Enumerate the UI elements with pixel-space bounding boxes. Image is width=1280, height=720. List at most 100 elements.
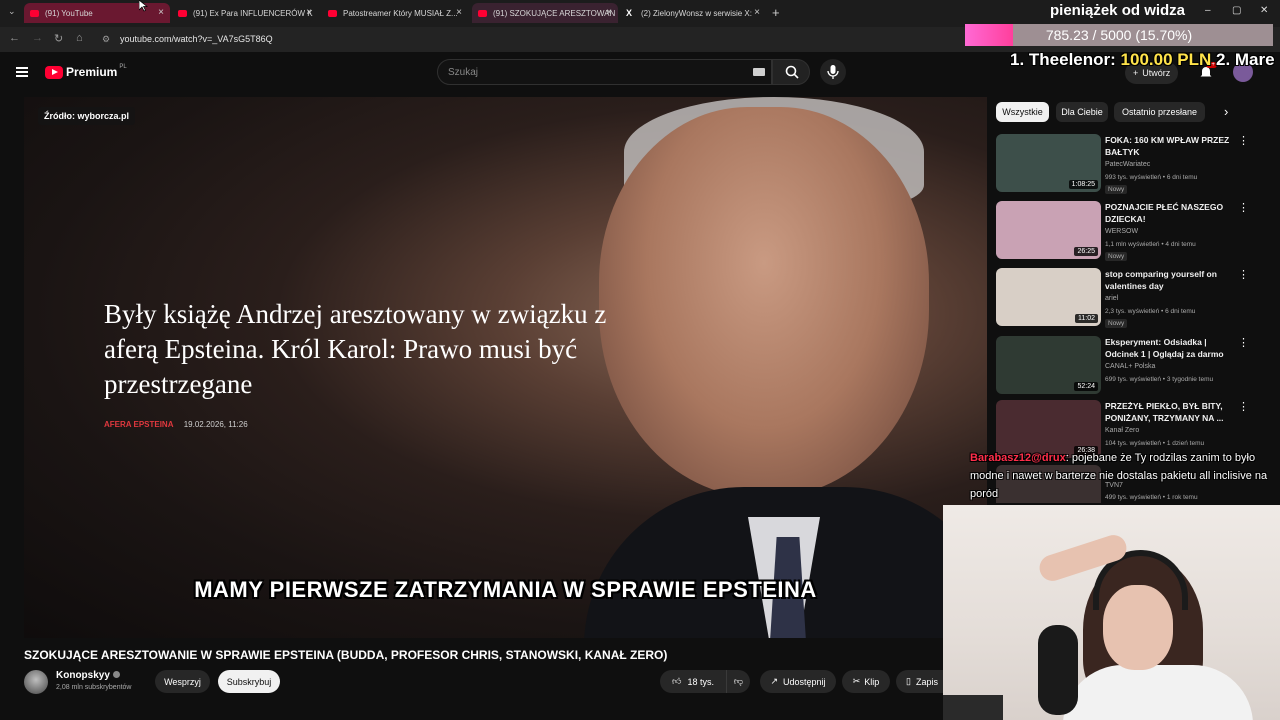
chevron-right-icon[interactable]: › xyxy=(1224,104,1228,119)
search-button[interactable] xyxy=(772,59,810,85)
browser-tab[interactable]: (91) YouTube × xyxy=(24,3,170,23)
bookmark-icon: ▯ xyxy=(906,676,911,686)
close-icon[interactable]: × xyxy=(306,7,312,18)
video-thumbnail: 26:25 xyxy=(996,201,1101,259)
duration-badge: 1:08:25 xyxy=(1068,180,1098,189)
top-donors-ticker: 1. Theelenor: 100.00 PLN 2. Mare xyxy=(1010,50,1280,70)
back-icon[interactable]: ← xyxy=(9,32,20,44)
country-code: PL xyxy=(119,64,127,70)
more-options-icon[interactable]: ⋮ xyxy=(1238,201,1249,214)
new-badge: Nowy xyxy=(1105,185,1128,194)
search-icon xyxy=(785,65,799,79)
youtube-icon xyxy=(30,9,39,17)
recommendation-channel: Kanał Zero xyxy=(1105,427,1140,434)
join-button[interactable]: Wesprzyj xyxy=(155,670,210,693)
logo-text: Premium xyxy=(66,65,118,79)
more-options-icon[interactable]: ⋮ xyxy=(1238,400,1249,413)
news-headline: Były książę Andrzej aresztowany w związk… xyxy=(104,299,607,399)
recommendation-title: stop comparing yourself on valentines da… xyxy=(1105,269,1217,291)
more-options-icon[interactable]: ⋮ xyxy=(1238,336,1249,349)
tab-label: Patostreamer Który MUSIAŁ Z... xyxy=(343,8,458,18)
maximize-icon[interactable]: ▢ xyxy=(1232,5,1241,16)
forward-icon[interactable]: → xyxy=(32,32,43,44)
close-icon[interactable]: × xyxy=(456,7,462,18)
recommendation-item[interactable]: 26:25 POZNAJCIE PŁEĆ NASZEGO DZIECKA! WE… xyxy=(996,201,1249,261)
close-icon[interactable]: × xyxy=(754,7,760,18)
donor-1-name: 1. Theelenor: xyxy=(1010,50,1121,69)
home-icon[interactable]: ⌂ xyxy=(76,32,83,44)
channel-name-text: Konopskyy xyxy=(56,670,110,681)
close-icon[interactable]: × xyxy=(158,7,164,18)
tab-label: (2) ZielonyWonsz w serwisie X: xyxy=(641,8,752,18)
recommendation-channel: ariel xyxy=(1105,295,1119,302)
news-meta: AFERA EPSTEINA 19.02.2026, 11:26 xyxy=(104,420,248,429)
thumbs-up-icon: 👍︎ xyxy=(672,676,682,686)
share-button[interactable]: ↗ Udostępnij xyxy=(760,670,836,693)
tab-list-chevron-icon[interactable]: ⌄ xyxy=(8,6,16,17)
donation-goal-label: pieniążek od widza xyxy=(1050,2,1186,19)
subscriber-count: 2,08 mln subskrybentów xyxy=(56,684,132,691)
video-player[interactable]: Źródło: wyborcza.pl Były książę Andrzej … xyxy=(24,97,987,638)
clip-label: Klip xyxy=(864,676,880,687)
news-date: 19.02.2026, 11:26 xyxy=(183,420,248,429)
browser-tab[interactable]: Patostreamer Który MUSIAŁ Z... × xyxy=(322,3,468,23)
subscribe-button[interactable]: Subskrybuj xyxy=(218,670,280,693)
chip-all[interactable]: Wszystkie xyxy=(996,102,1049,122)
chip-recently-uploaded[interactable]: Ostatnio przesłane xyxy=(1114,102,1205,122)
recommendation-channel: PatecWariatec xyxy=(1105,161,1151,168)
chat-message: Barabasz12@drux: pojebane że Ty rodzilas… xyxy=(970,449,1270,503)
chip-for-you[interactable]: Dla Ciebie xyxy=(1056,102,1108,122)
share-label: Udostępnij xyxy=(783,676,826,687)
webcam-overlay xyxy=(943,505,1280,720)
close-icon[interactable]: × xyxy=(606,7,612,18)
menu-icon[interactable] xyxy=(16,67,28,77)
youtube-logo[interactable]: Premium PL xyxy=(45,64,127,79)
webcam-body xyxy=(1063,665,1253,720)
tab-label: (91) Ex Para INFLUENCERÓW K xyxy=(193,8,313,18)
x-icon: X xyxy=(626,7,633,18)
youtube-play-icon xyxy=(45,65,63,79)
new-tab-button[interactable]: + xyxy=(772,5,780,20)
recommendation-stats: 699 tys. wyświetleń • 3 tygodnie temu xyxy=(1105,376,1214,383)
cursor-icon xyxy=(139,0,148,12)
recommendation-title: Eksperyment: Odsiadka | Odcinek 1 | Oglą… xyxy=(1105,337,1224,359)
site-info-icon[interactable]: ⚙ xyxy=(102,34,110,45)
donation-progress-text: 785.23 / 5000 (15.70%) xyxy=(1045,27,1193,43)
scissors-icon: ✂ xyxy=(852,676,861,686)
reload-icon[interactable]: ↻ xyxy=(54,32,63,45)
recommendation-title: POZNAJCIE PŁEĆ NASZEGO DZIECKA! xyxy=(1105,202,1224,224)
close-window-icon[interactable]: ✕ xyxy=(1260,5,1268,16)
clip-button[interactable]: ✂ Klip xyxy=(842,670,890,693)
recommendation-item[interactable]: 11:02 stop comparing yourself on valenti… xyxy=(996,268,1249,328)
minimize-icon[interactable]: – xyxy=(1205,5,1211,16)
video-thumbnail: 11:02 xyxy=(996,268,1101,326)
new-badge: Nowy xyxy=(1105,252,1128,261)
video-frame-face xyxy=(599,107,929,497)
more-options-icon[interactable]: ⋮ xyxy=(1238,268,1249,281)
channel-avatar[interactable] xyxy=(24,670,48,694)
thumbs-down-icon: 👎︎ xyxy=(733,676,744,686)
donation-progress-bar: 785.23 / 5000 (15.70%) xyxy=(965,24,1273,46)
channel-name[interactable]: Konopskyy xyxy=(56,670,120,681)
more-options-icon[interactable]: ⋮ xyxy=(1238,134,1249,147)
browser-tab[interactable]: X (2) ZielonyWonsz w serwisie X: × xyxy=(620,3,766,23)
keyboard-icon[interactable] xyxy=(753,68,765,76)
save-label: Zapis xyxy=(915,676,938,687)
dislike-button[interactable]: 👎︎ xyxy=(726,670,750,693)
url-field[interactable]: youtube.com/watch?v=_VA7sG5T86Q xyxy=(120,34,273,44)
recommendation-item[interactable]: 52:24 Eksperyment: Odsiadka | Odcinek 1 … xyxy=(996,336,1249,396)
duration-badge: 52:24 xyxy=(1074,382,1098,391)
browser-tab[interactable]: (91) Ex Para INFLUENCERÓW K × xyxy=(172,3,318,23)
duration-badge: 11:02 xyxy=(1075,314,1098,323)
tab-label: (91) YouTube xyxy=(45,8,93,18)
search-input[interactable] xyxy=(438,60,738,84)
browser-tab[interactable]: (91) SZOKUJĄCE ARESZTOWAN × xyxy=(472,3,618,23)
recommendation-stats: 1,1 mln wyświetleń • 4 dni temu xyxy=(1105,241,1196,248)
voice-search-button[interactable] xyxy=(820,59,846,85)
recommendation-channel: WERSOW xyxy=(1105,228,1139,235)
keyboard xyxy=(943,695,1003,720)
recommendation-stats: 2,3 tys. wyświetleń • 6 dni temu xyxy=(1105,308,1196,315)
like-button[interactable]: 👍︎ 18 tys. xyxy=(660,670,726,693)
verified-icon xyxy=(112,671,120,678)
recommendation-item[interactable]: 1:08:25 FOKA: 160 KM WPŁAW PRZEZ BAŁTYK … xyxy=(996,134,1249,194)
